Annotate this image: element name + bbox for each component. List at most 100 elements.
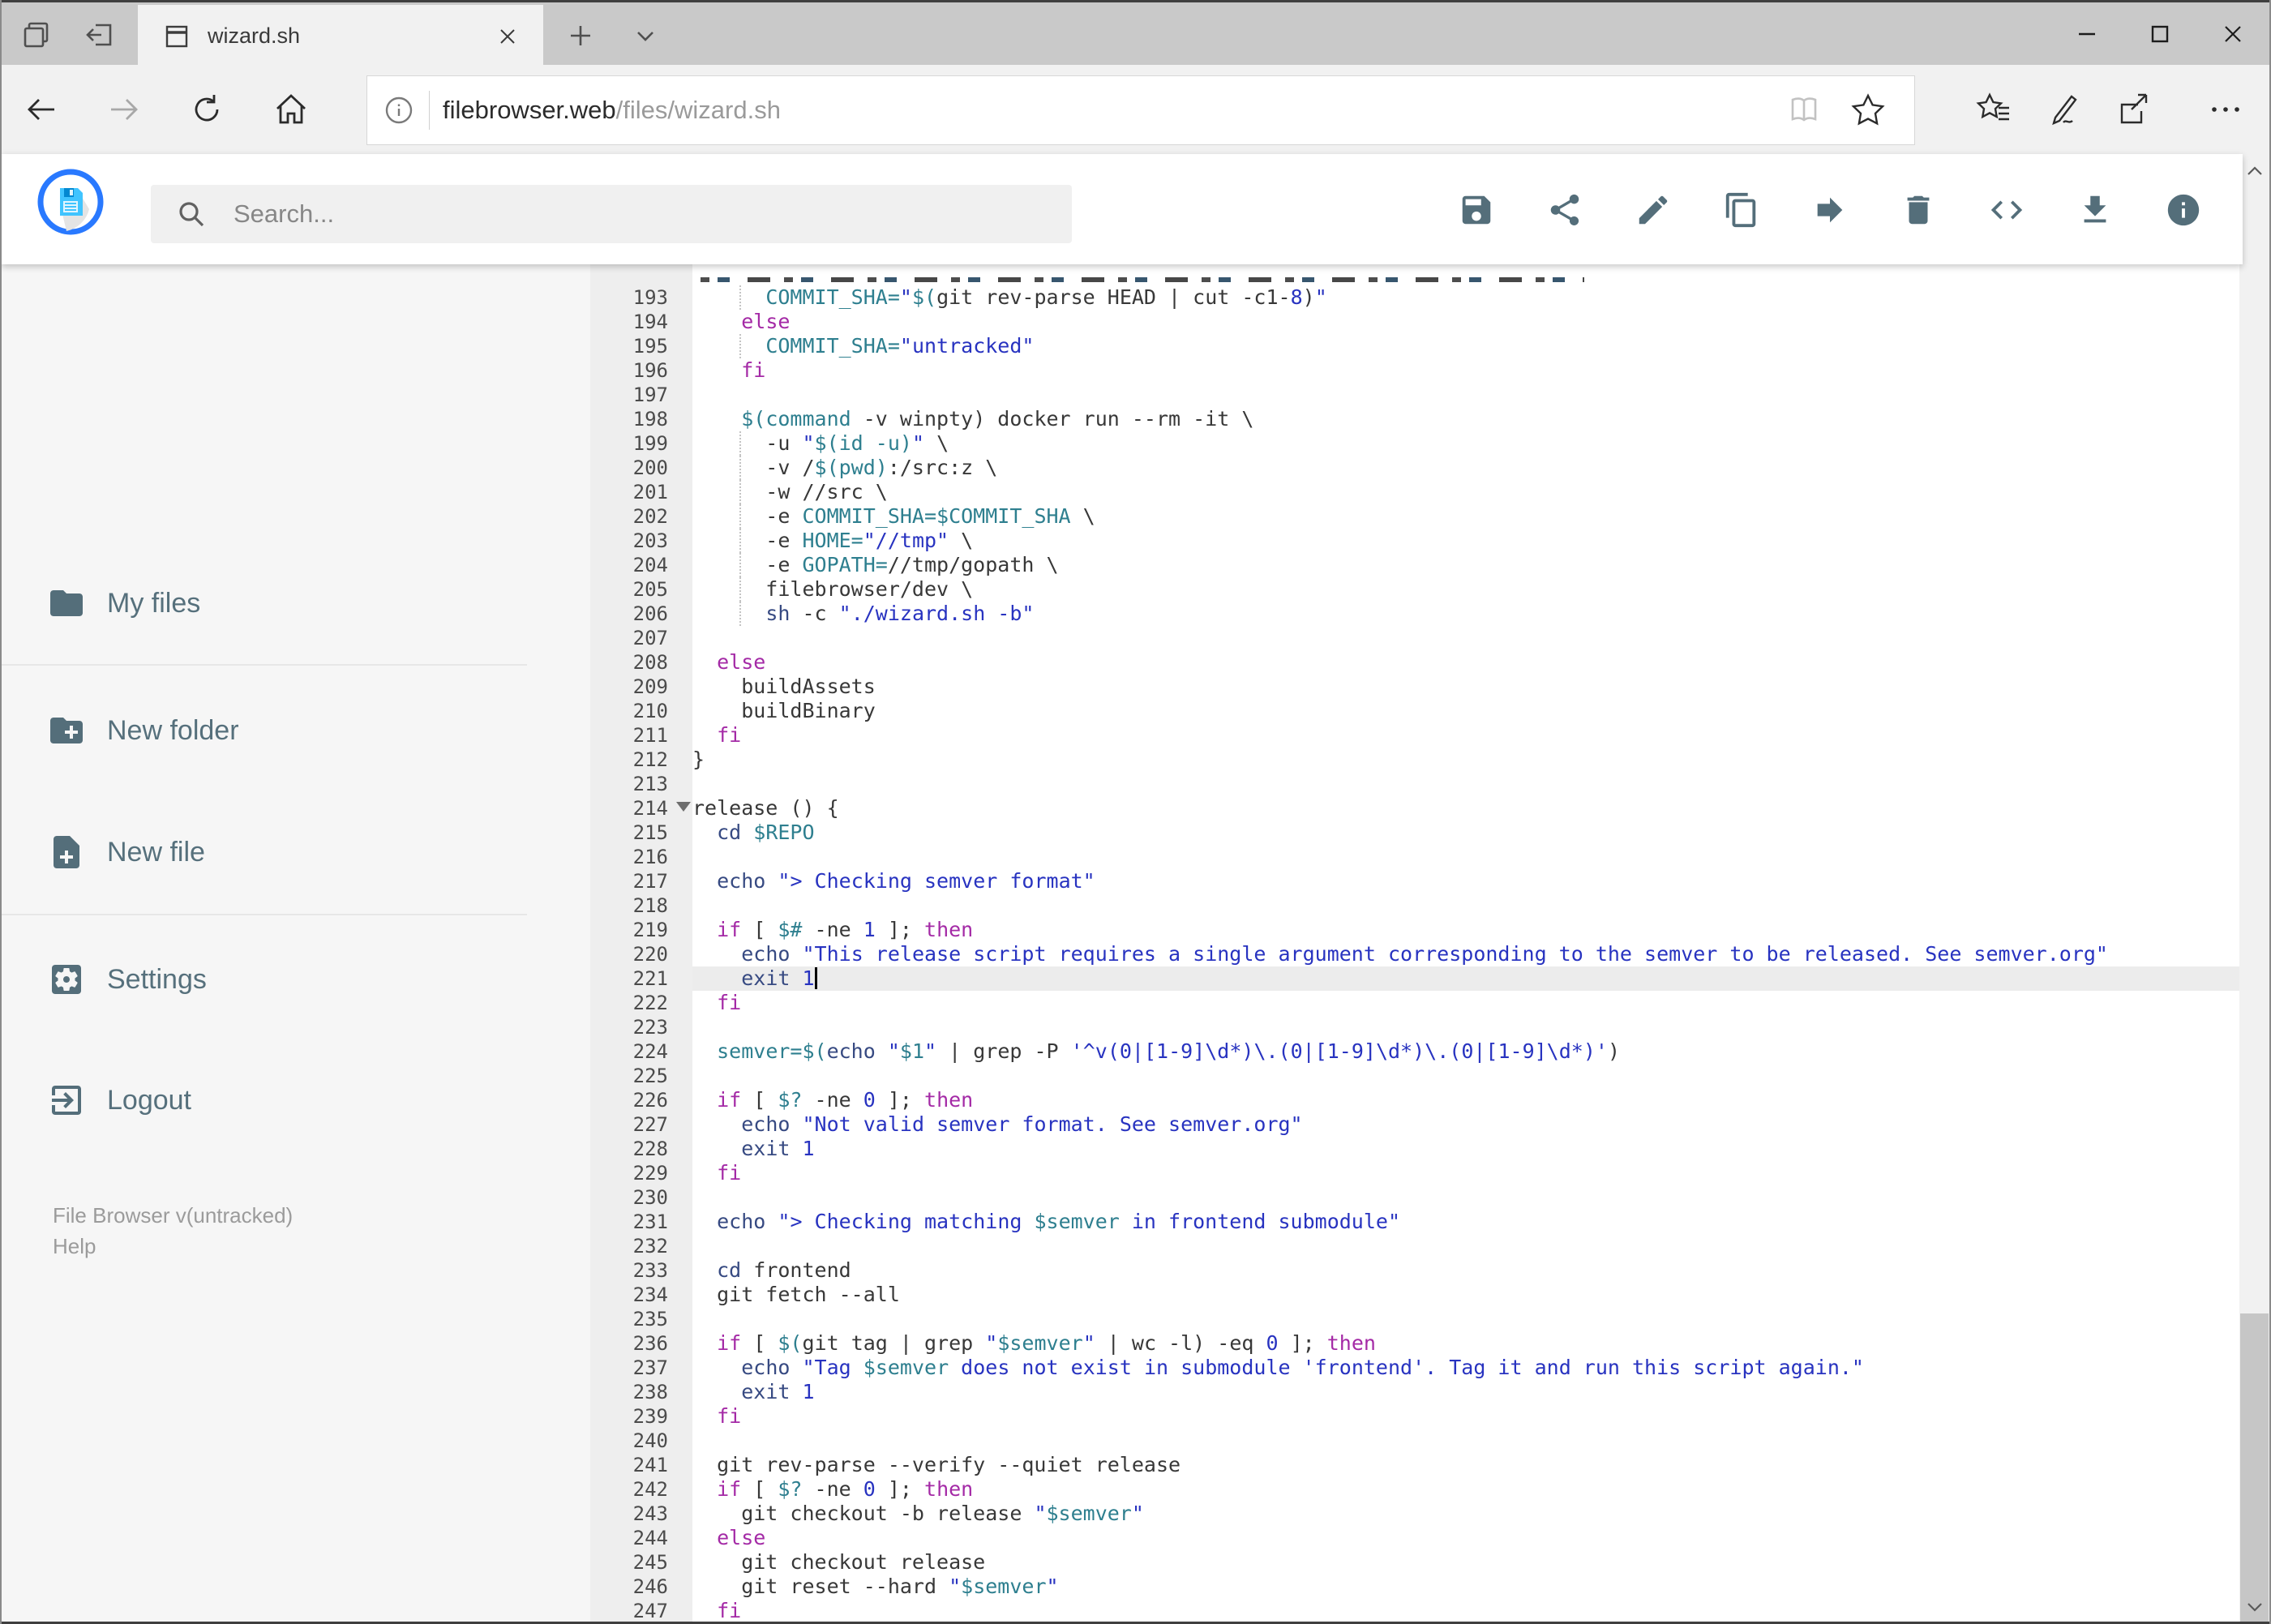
copy-button[interactable] (1723, 191, 1760, 229)
share-button[interactable] (1546, 191, 1583, 229)
sidebar-item-new-file[interactable]: New file (2, 813, 569, 891)
code-line[interactable]: exit 1 (692, 1137, 2243, 1161)
sidebar-item-settings[interactable]: Settings (2, 941, 569, 1018)
tab-preview-chevron-icon[interactable] (623, 15, 668, 56)
new-tab-button[interactable] (558, 15, 603, 56)
move-button[interactable] (1811, 191, 1849, 229)
more-actions-icon[interactable] (2204, 89, 2247, 130)
code-line[interactable]: fi (692, 723, 2243, 748)
code-line[interactable]: -e HOME="//tmp" \ (692, 529, 2243, 553)
code-line[interactable]: else (692, 310, 2243, 334)
code-line[interactable] (692, 1064, 2243, 1088)
code-line[interactable]: fi (692, 1161, 2243, 1185)
search-input[interactable]: Search... (151, 185, 1072, 243)
code-line[interactable]: else (692, 1526, 2243, 1550)
code-line[interactable]: buildBinary (692, 699, 2243, 723)
code-line[interactable]: git checkout -b release "$semver" (692, 1502, 2243, 1526)
code-line[interactable] (692, 845, 2243, 869)
code-line[interactable]: echo "> Checking semver format" (692, 869, 2243, 893)
code-line[interactable]: fi (692, 1404, 2243, 1429)
code-line[interactable]: exit 1 (692, 966, 2243, 991)
forward-icon[interactable] (104, 89, 144, 130)
code-line[interactable]: if [ $(git tag | grep "$semver" | wc -l)… (692, 1331, 2243, 1356)
web-notes-pen-icon[interactable] (2042, 89, 2085, 130)
code-line[interactable]: } (692, 748, 2243, 772)
reading-view-icon[interactable] (1786, 92, 1822, 128)
download-button[interactable] (2076, 191, 2114, 229)
code-line[interactable]: if [ $? -ne 0 ]; then (692, 1088, 2243, 1112)
code-line[interactable]: -e GOPATH=//tmp/gopath \ (692, 553, 2243, 577)
code-line[interactable] (692, 772, 2243, 796)
filebrowser-logo[interactable] (37, 169, 104, 235)
code-line[interactable]: git reset --hard "$semver" (692, 1575, 2243, 1599)
code-line[interactable]: filebrowser/dev \ (692, 577, 2243, 602)
share-page-icon[interactable] (2110, 89, 2153, 130)
address-bar[interactable]: filebrowser.web/files/wizard.sh (366, 75, 1915, 145)
code-line[interactable]: git rev-parse --verify --quiet release (692, 1453, 2243, 1477)
edit-button[interactable] (1635, 191, 1672, 229)
code-line[interactable]: COMMIT_SHA="untracked" (692, 334, 2243, 358)
code-line[interactable]: git checkout release (692, 1550, 2243, 1575)
help-link[interactable]: Help (53, 1234, 96, 1259)
favorites-hub-icon[interactable] (1972, 89, 2016, 130)
code-line[interactable] (692, 1307, 2243, 1331)
home-icon[interactable] (271, 89, 311, 130)
maximize-button[interactable] (2123, 2, 2196, 66)
scrollbar-up-icon[interactable] (2239, 154, 2269, 188)
code-line[interactable] (692, 626, 2243, 650)
save-button[interactable] (1458, 191, 1495, 229)
browser-tab[interactable]: wizard.sh (138, 5, 543, 67)
minimize-button[interactable] (2050, 2, 2123, 66)
fold-marker-icon[interactable] (676, 802, 691, 812)
code-line[interactable]: if [ $? -ne 0 ]; then (692, 1477, 2243, 1502)
code-line[interactable]: fi (692, 991, 2243, 1015)
code-line[interactable] (692, 1429, 2243, 1453)
code-line[interactable]: exit 1 (692, 1380, 2243, 1404)
url-text[interactable]: filebrowser.web/files/wizard.sh (443, 96, 1786, 125)
code-line[interactable]: cd frontend (692, 1258, 2243, 1283)
code-line[interactable]: cd $REPO (692, 821, 2243, 845)
code-line[interactable] (692, 1234, 2243, 1258)
set-tabs-aside-icon[interactable] (15, 14, 60, 56)
refresh-icon[interactable] (186, 89, 227, 130)
code-line[interactable]: COMMIT_SHA="$(git rev-parse HEAD | cut -… (692, 285, 2243, 310)
code-line[interactable] (692, 1185, 2243, 1210)
info-button[interactable] (2165, 191, 2202, 229)
code-editor[interactable]: 193 194 195 196 197 198 199 200 201 202 203 204 205 2… (590, 264, 2243, 1624)
code-line[interactable]: -u "$(id -u)" \ (692, 431, 2243, 456)
code-line[interactable]: semver=$(echo "$1" | grep -P '^v(0|[1-9]… (692, 1039, 2243, 1064)
sidebar-item-new-folder[interactable]: New folder (2, 692, 569, 769)
tab-close-icon[interactable] (493, 22, 522, 51)
editor-code-area[interactable]: COMMIT_SHA="$(git rev-parse HEAD | cut -… (692, 264, 2243, 1624)
code-line[interactable]: echo "Tag $semver does not exist in subm… (692, 1356, 2243, 1380)
scrollbar-thumb[interactable] (2240, 1313, 2269, 1624)
code-line[interactable]: else (692, 650, 2243, 675)
code-line[interactable] (692, 893, 2243, 918)
code-line[interactable]: buildAssets (692, 675, 2243, 699)
code-line[interactable]: if [ $# -ne 1 ]; then (692, 918, 2243, 942)
code-line[interactable]: echo "> Checking matching $semver in fro… (692, 1210, 2243, 1234)
close-button[interactable] (2196, 2, 2269, 66)
code-line[interactable] (692, 1015, 2243, 1039)
code-line[interactable]: release () { (692, 796, 2243, 821)
delete-button[interactable] (1900, 191, 1937, 229)
code-line[interactable]: echo "This release script requires a sin… (692, 942, 2243, 966)
code-line[interactable]: -e COMMIT_SHA=$COMMIT_SHA \ (692, 504, 2243, 529)
sidebar-item-my-files[interactable]: My files (2, 564, 569, 642)
favorite-star-icon[interactable] (1849, 92, 1887, 129)
code-line[interactable] (692, 383, 2243, 407)
code-line[interactable]: git fetch --all (692, 1283, 2243, 1307)
code-line[interactable]: echo "Not valid semver format. See semve… (692, 1112, 2243, 1137)
sidebar-item-logout[interactable]: Logout (2, 1061, 569, 1139)
site-info-icon[interactable] (382, 93, 416, 127)
code-line[interactable]: $(command -v winpty) docker run --rm -it… (692, 407, 2243, 431)
code-line[interactable]: -v /$(pwd):/src:z \ (692, 456, 2243, 480)
code-line[interactable]: sh -c "./wizard.sh -b" (692, 602, 2243, 626)
code-line[interactable]: fi (692, 358, 2243, 383)
scrollbar-down-icon[interactable] (2239, 1590, 2269, 1624)
page-scrollbar[interactable] (2239, 154, 2269, 1624)
code-line[interactable]: -w //src \ (692, 480, 2243, 504)
code-line[interactable]: fi (692, 1599, 2243, 1623)
back-icon[interactable] (21, 89, 62, 130)
restore-tabs-icon[interactable] (76, 14, 122, 56)
